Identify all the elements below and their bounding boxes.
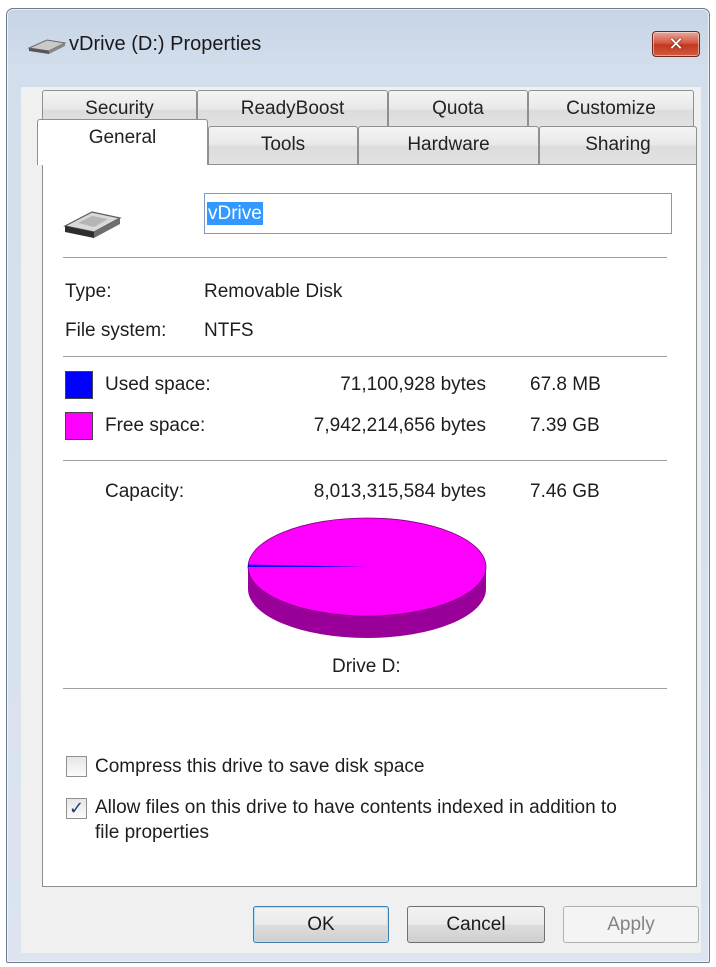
- tab-tools[interactable]: Tools: [208, 126, 358, 164]
- tab-hardware[interactable]: Hardware: [358, 126, 539, 164]
- tab-quota[interactable]: Quota: [388, 90, 528, 128]
- close-icon: ✕: [668, 33, 684, 54]
- window-title: vDrive (D:) Properties: [69, 33, 262, 55]
- ok-button[interactable]: OK: [253, 906, 389, 943]
- drive-name-input[interactable]: vDrive: [204, 193, 672, 234]
- apply-button[interactable]: Apply: [563, 906, 699, 943]
- cancel-button[interactable]: Cancel: [407, 906, 545, 943]
- general-tab-panel: [42, 164, 697, 887]
- compress-checkbox[interactable]: [66, 756, 87, 777]
- drive-name-selected-text: vDrive: [207, 202, 263, 225]
- index-checkbox[interactable]: ✓: [66, 798, 87, 819]
- tab-customize[interactable]: Customize: [528, 90, 694, 128]
- tab-sharing[interactable]: Sharing: [539, 126, 697, 164]
- title-bar[interactable]: vDrive (D:) Properties ✕: [7, 9, 709, 77]
- properties-window: vDrive (D:) Properties ✕ Security ReadyB…: [6, 8, 710, 963]
- tab-readyboost[interactable]: ReadyBoost: [197, 90, 388, 128]
- close-button[interactable]: ✕: [652, 31, 700, 57]
- drive-icon: [27, 39, 67, 54]
- tab-general[interactable]: General: [37, 119, 208, 165]
